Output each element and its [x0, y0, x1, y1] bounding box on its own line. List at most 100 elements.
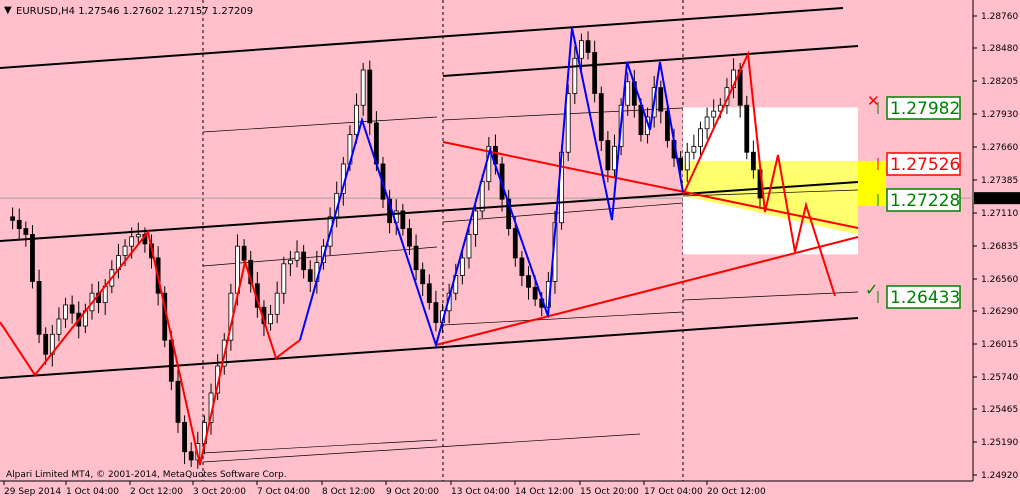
channel-line-3	[0, 317, 859, 379]
price-chart[interactable]: 1.27982✕1.275261.272281.26433✓ 1.287601.…	[0, 0, 1020, 499]
price-axis: 1.28760 1.28480 1.28205 1.27930 1.27660 1.273…	[973, 12, 1020, 481]
candle-bull	[122, 245, 128, 256]
candle	[367, 60, 373, 136]
candle-bull	[612, 145, 617, 171]
price-tick-label: 1.27110	[981, 209, 1018, 219]
chart-title: EURUSD,H4 1.27546 1.27602 1.27157 1.2720…	[16, 6, 253, 17]
candle-bull	[129, 236, 135, 247]
candle-bull	[56, 318, 62, 335]
candle	[69, 295, 75, 324]
candle-bear	[744, 104, 750, 153]
candle	[307, 260, 313, 293]
candle-bear	[241, 245, 247, 261]
time-tick-label: 17 Oct 04:00	[644, 487, 703, 497]
midline-0	[202, 116, 438, 133]
candlesticks	[10, 31, 763, 469]
candle-bull	[354, 104, 359, 136]
time-tick-label: 29 Sep 2014	[4, 487, 61, 497]
candle	[585, 31, 591, 60]
time-tick-label: 14 Oct 12:00	[515, 487, 574, 497]
candle	[400, 203, 406, 236]
price-tick-label: 1.25190	[981, 438, 1018, 448]
candle-bear	[43, 333, 49, 355]
candle-bull	[63, 304, 68, 320]
candle	[175, 369, 181, 433]
price-tick-label: 1.27385	[981, 176, 1018, 186]
candle	[268, 304, 273, 331]
price-tick-label: 1.26560	[981, 275, 1018, 285]
candle	[135, 222, 141, 244]
current-price-label: 1.27209	[978, 194, 1015, 204]
candle	[301, 245, 307, 279]
time-tick-label: 20 Oct 12:00	[707, 487, 766, 497]
candle-bear	[519, 257, 525, 276]
candle-bull	[274, 292, 280, 315]
candle-bull	[625, 81, 631, 106]
candle-bull	[572, 57, 578, 94]
candle-bear	[10, 216, 16, 221]
candle	[23, 221, 29, 247]
candle	[30, 225, 35, 289]
candle-bull	[281, 263, 287, 294]
candle-bull	[459, 257, 465, 276]
candle	[526, 266, 531, 300]
price-tick-label: 1.26835	[981, 242, 1018, 252]
candle	[116, 243, 121, 279]
candle-bear	[69, 304, 75, 314]
candle	[387, 189, 393, 234]
candle	[426, 274, 432, 310]
price-tick-label: 1.26015	[981, 340, 1018, 350]
candle	[486, 136, 492, 191]
level-text: 1.27982	[890, 99, 960, 119]
candle-bull	[473, 210, 478, 235]
price-tick-label: 1.27660	[981, 143, 1018, 153]
channel-line-0	[0, 7, 844, 69]
price-tick-label: 1.28480	[981, 44, 1018, 54]
candle	[413, 234, 419, 281]
level-label-1-26433: 1.26433 ✓	[865, 280, 961, 309]
candle	[281, 256, 287, 304]
candle-bull	[294, 251, 300, 261]
time-tick-label: 2 Oct 12:00	[130, 487, 183, 497]
candle	[592, 40, 598, 103]
candle-bear	[526, 275, 531, 288]
candle	[658, 80, 664, 124]
candle-bull	[698, 128, 703, 147]
check-icon: ✓	[865, 280, 878, 299]
candle	[182, 415, 187, 465]
time-axis: 29 Sep 2014 1 Oct 04:00 2 Oct 12:00 3 Oct 2…	[3, 481, 766, 497]
candle-bear	[605, 140, 611, 171]
candle	[605, 131, 611, 183]
candle-bull	[135, 234, 141, 238]
level-label-1-27228: 1.27228	[877, 188, 961, 212]
candle-bear	[407, 228, 412, 247]
candle-bear	[30, 234, 35, 282]
candle-bear	[23, 228, 29, 235]
candle	[433, 290, 439, 332]
candle	[744, 95, 750, 160]
midline-2	[202, 439, 438, 454]
price-tick-label: 1.26290	[981, 307, 1018, 317]
price-tick-label: 1.28205	[981, 77, 1018, 87]
candle-bear	[307, 269, 313, 282]
candle-bull	[288, 259, 293, 265]
candle-bear	[433, 302, 439, 323]
candle-bull	[466, 234, 472, 259]
time-tick-label: 13 Oct 04:00	[451, 487, 510, 497]
candle	[288, 250, 293, 277]
time-tick-label: 15 Oct 20:00	[580, 487, 639, 497]
title-bar: ▼ EURUSD,H4 1.27546 1.27602 1.27157 1.27…	[4, 5, 253, 17]
candle	[274, 281, 280, 324]
candle-bear	[182, 421, 187, 453]
midline-5	[442, 311, 684, 326]
candle-bear	[426, 283, 432, 303]
candle-bear	[592, 52, 598, 94]
candle-bear	[188, 451, 194, 461]
midline-6	[202, 433, 641, 463]
candle	[519, 250, 525, 287]
channel-line-1	[442, 45, 859, 77]
candle	[63, 297, 68, 328]
price-tick-label: 1.24920	[981, 471, 1018, 481]
candle-bear	[532, 286, 538, 300]
candle-bear	[413, 245, 419, 271]
